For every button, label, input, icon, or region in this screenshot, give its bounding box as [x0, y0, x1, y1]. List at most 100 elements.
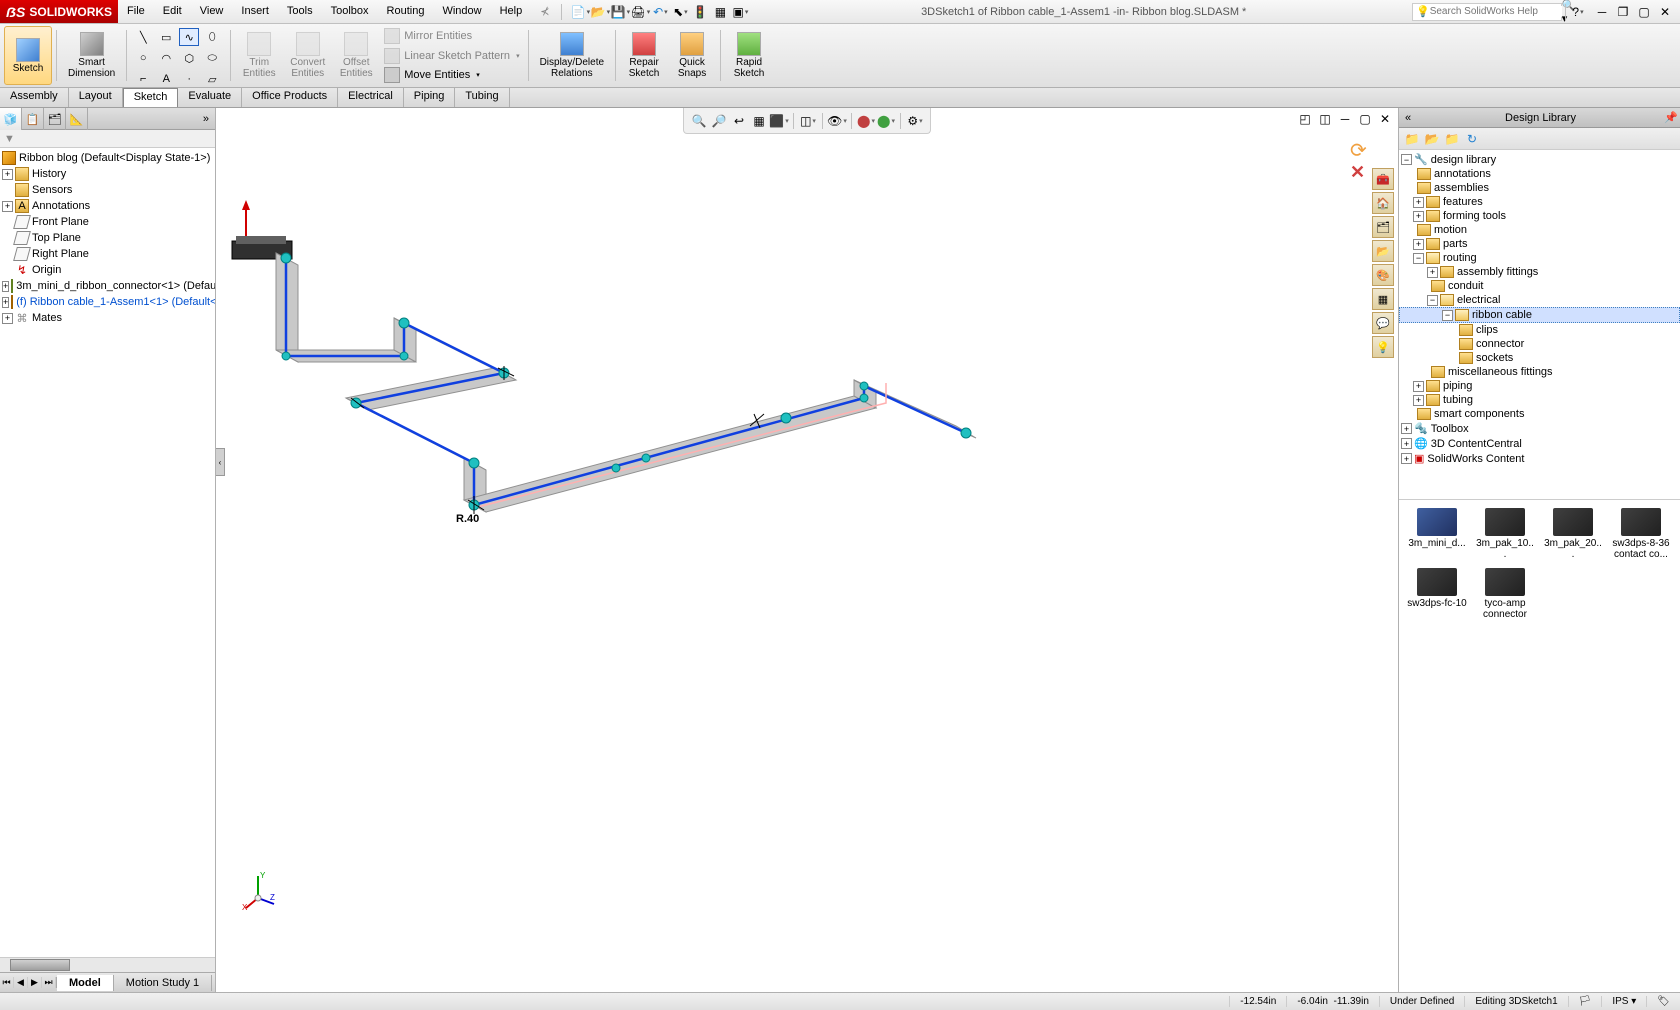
lib-annotations[interactable]: annotations: [1399, 167, 1680, 181]
spline-tool-icon[interactable]: ∿: [179, 28, 199, 46]
thumb-sw3dps-fc-10[interactable]: sw3dps-fc-10: [1407, 568, 1467, 620]
tab-next-icon[interactable]: ▶: [28, 977, 42, 988]
lib-parts[interactable]: +parts: [1399, 237, 1680, 251]
tree-origin[interactable]: Origin: [0, 262, 215, 278]
filter-icon[interactable]: ▼: [4, 133, 15, 145]
confirm-cancel-icon[interactable]: ✕: [1350, 162, 1370, 182]
tree-component-2[interactable]: +(f) Ribbon cable_1-Assem1<1> (Default<D…: [0, 294, 215, 310]
tab-tubing[interactable]: Tubing: [455, 88, 509, 107]
status-units[interactable]: IPS ▾: [1601, 996, 1646, 1007]
taskpane-library-icon[interactable]: 🏠: [1372, 192, 1394, 214]
move-entities-button[interactable]: Move Entities▾: [380, 65, 523, 85]
status-flag-icon[interactable]: 🏳: [1568, 996, 1602, 1007]
vp-restore-icon[interactable]: ▢: [1356, 110, 1374, 128]
point-tool-icon[interactable]: ·: [179, 70, 199, 88]
status-tags-icon[interactable]: 🏷: [1646, 996, 1680, 1007]
undo-icon[interactable]: ↶: [651, 3, 669, 21]
lib-clips[interactable]: clips: [1399, 323, 1680, 337]
search-box[interactable]: 💡 🔍▾: [1412, 3, 1562, 21]
lib-conduit[interactable]: conduit: [1399, 279, 1680, 293]
menu-routing[interactable]: Routing: [378, 1, 434, 22]
tree-front-plane[interactable]: Front Plane: [0, 214, 215, 230]
lib-sw-content[interactable]: +▣SolidWorks Content: [1399, 451, 1680, 466]
thumb-3m-pak-20[interactable]: 3m_pak_20...: [1543, 508, 1603, 560]
taskpane-explorer-icon[interactable]: 🗂: [1372, 216, 1394, 238]
mirror-entities-button[interactable]: Mirror Entities: [380, 26, 523, 46]
new-document-icon[interactable]: 📄: [571, 3, 589, 21]
maximize-icon[interactable]: ▢: [1635, 3, 1653, 21]
smart-dimension-button[interactable]: Smart Dimension: [61, 26, 122, 85]
menu-insert[interactable]: Insert: [232, 1, 278, 22]
tab-evaluate[interactable]: Evaluate: [178, 88, 242, 107]
lib-features[interactable]: +features: [1399, 195, 1680, 209]
lib-connector[interactable]: connector: [1399, 337, 1680, 351]
thumb-sw3dps-8-36[interactable]: sw3dps-8-36 contact co...: [1611, 508, 1671, 560]
lib-tubing[interactable]: +tubing: [1399, 393, 1680, 407]
lib-3dcc[interactable]: +🌐3D ContentCentral: [1399, 436, 1680, 451]
lib-forming[interactable]: +forming tools: [1399, 209, 1680, 223]
tree-sensors[interactable]: Sensors: [0, 182, 215, 198]
lib-misc-fittings[interactable]: miscellaneous fittings: [1399, 365, 1680, 379]
taskpane-resources-icon[interactable]: 🧰: [1372, 168, 1394, 190]
collapse-panel-icon[interactable]: «: [1399, 112, 1417, 124]
lib-smart-comp[interactable]: smart components: [1399, 407, 1680, 421]
tab-assembly[interactable]: Assembly: [0, 88, 69, 107]
refresh-icon[interactable]: 📁: [1443, 130, 1461, 148]
vp-close-icon[interactable]: ✕: [1376, 110, 1394, 128]
tab-first-icon[interactable]: ⏮: [0, 977, 14, 988]
feature-tree-tab-icon[interactable]: 🧊: [0, 108, 22, 130]
motion-study-tab[interactable]: Motion Study 1: [114, 975, 212, 991]
menu-toolbox[interactable]: Toolbox: [322, 1, 378, 22]
lib-toolbox[interactable]: +🔩Toolbox: [1399, 421, 1680, 436]
menu-window[interactable]: Window: [433, 1, 490, 22]
restore-icon[interactable]: ❐: [1614, 3, 1632, 21]
thumb-3m-pak-10[interactable]: 3m_pak_10...: [1475, 508, 1535, 560]
minimize-icon[interactable]: ─: [1593, 3, 1611, 21]
tab-sketch[interactable]: Sketch: [123, 88, 179, 107]
menu-help[interactable]: Help: [491, 1, 532, 22]
tree-root[interactable]: Ribbon blog (Default<Display State-1>): [0, 150, 215, 166]
linear-pattern-button[interactable]: Linear Sketch Pattern▾: [380, 46, 523, 66]
close-icon[interactable]: ✕: [1656, 3, 1674, 21]
options-icon[interactable]: ▦: [711, 3, 729, 21]
plane-tool-icon[interactable]: ▱: [202, 70, 222, 88]
add-fileloc-icon[interactable]: 📁: [1403, 130, 1421, 148]
lib-sockets[interactable]: sockets: [1399, 351, 1680, 365]
select-icon[interactable]: ⬉: [671, 3, 689, 21]
toggle-icon[interactable]: ↻: [1463, 130, 1481, 148]
lib-routing[interactable]: −routing: [1399, 251, 1680, 265]
lib-electrical[interactable]: −electrical: [1399, 293, 1680, 307]
line-tool-icon[interactable]: ╲: [133, 28, 153, 46]
tree-hscroll[interactable]: [0, 957, 215, 972]
config-tab-icon[interactable]: 🗂: [44, 108, 66, 130]
fillet-tool-icon[interactable]: ⌐: [133, 70, 153, 88]
taskpane-custom-icon[interactable]: ▦: [1372, 288, 1394, 310]
pin-icon[interactable]: 📌: [1664, 111, 1680, 124]
options-dropdown-icon[interactable]: ▣: [731, 3, 749, 21]
model-tab[interactable]: Model: [57, 975, 114, 991]
menu-tools[interactable]: Tools: [278, 1, 322, 22]
print-icon[interactable]: 🖨: [631, 3, 649, 21]
trim-entities-button[interactable]: Trim Entities: [235, 26, 283, 85]
lib-ribbon-cable[interactable]: −ribbon cable: [1399, 307, 1680, 323]
convert-entities-button[interactable]: Convert Entities: [283, 26, 332, 85]
text-tool-icon[interactable]: A: [156, 70, 176, 88]
menu-edit[interactable]: Edit: [154, 1, 191, 22]
tree-top-plane[interactable]: Top Plane: [0, 230, 215, 246]
thumb-3m-mini-d[interactable]: 3m_mini_d...: [1407, 508, 1467, 560]
confirm-ok-icon[interactable]: ⟳: [1350, 138, 1380, 162]
tree-filter-row[interactable]: ▼: [0, 130, 215, 148]
add-folder-icon[interactable]: 📂: [1423, 130, 1441, 148]
sketch-button[interactable]: Sketch: [4, 26, 52, 85]
menu-view[interactable]: View: [191, 1, 233, 22]
arc-tool-icon[interactable]: ◠: [156, 49, 176, 67]
vp-link-icon[interactable]: ◫: [1316, 110, 1334, 128]
tab-last-icon[interactable]: ⏭: [42, 977, 56, 988]
ellipse-tool-icon[interactable]: ⬭: [202, 49, 222, 67]
tree-right-plane[interactable]: Right Plane: [0, 246, 215, 262]
vp-minimize-icon[interactable]: ─: [1336, 110, 1354, 128]
tab-piping[interactable]: Piping: [404, 88, 456, 107]
vp-new-icon[interactable]: ◰: [1296, 110, 1314, 128]
tab-prev-icon[interactable]: ◀: [14, 977, 28, 988]
lib-motion[interactable]: motion: [1399, 223, 1680, 237]
